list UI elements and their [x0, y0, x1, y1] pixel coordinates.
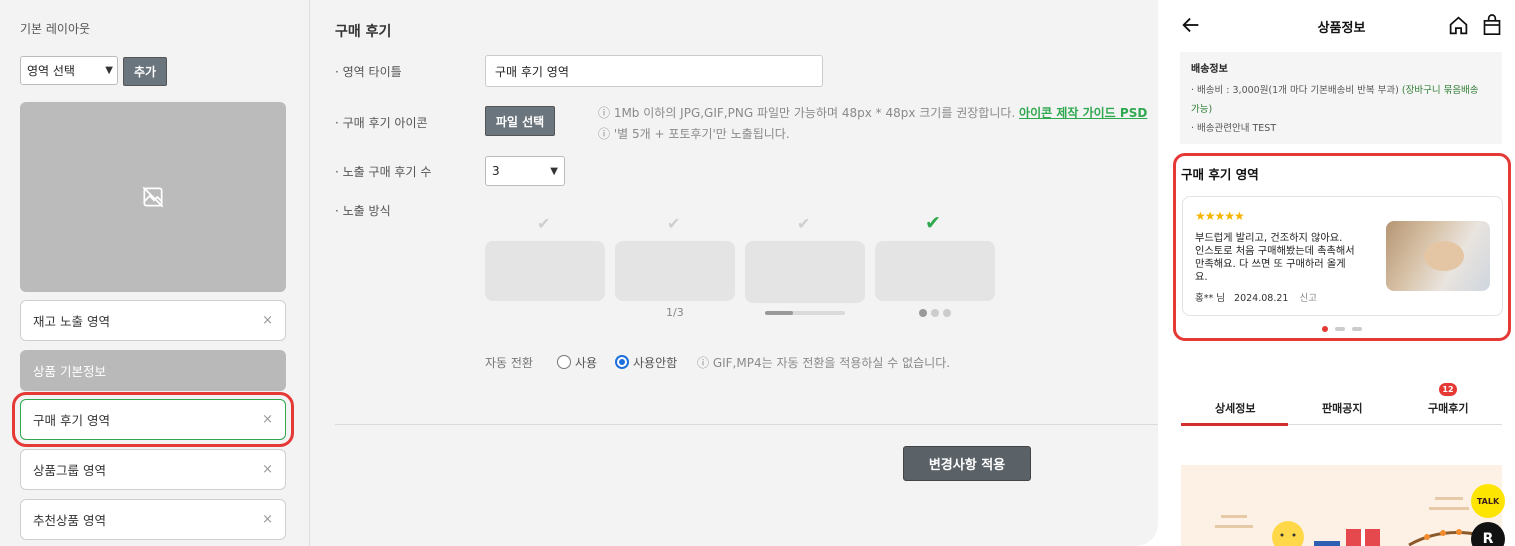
shipping-fee-text: · 배송비 : 3,000원(1개 마다 기본배송비 반복 부과)	[1191, 85, 1399, 96]
dot-indicator	[931, 309, 939, 317]
check-icon: ✔	[797, 214, 811, 233]
tab-active-indicator	[1181, 423, 1288, 426]
shipping-fee-note: (장바구니 묶음배송	[1401, 85, 1479, 96]
home-icon[interactable]	[1448, 15, 1469, 36]
preview-placeholder	[20, 102, 286, 292]
mode-option-single[interactable]	[485, 241, 605, 301]
title-input[interactable]: 구매 후기 영역	[485, 55, 823, 87]
shipping-info: 배송정보 · 배송비 : 3,000원(1개 마다 기본배송비 반복 부과) (…	[1180, 52, 1502, 144]
shipping-fee-note2: 가능)	[1191, 104, 1213, 115]
divider	[335, 424, 1158, 425]
review-count-badge: 12	[1439, 383, 1457, 396]
review-date: 2024.08.21	[1234, 293, 1289, 304]
tab-notice[interactable]: 판매공지	[1322, 400, 1362, 416]
check-icon: ✔	[537, 214, 551, 233]
check-selected-icon: ✔	[925, 212, 941, 234]
settings-panel: 기본 레이아웃 영역 선택 ▼ 추가 재고 노출 영역 × 상품 기본정보 구매…	[0, 0, 1158, 546]
stars-hint: ⓘ '별 5개 + 포토후기'만 노출됩니다.	[598, 127, 790, 141]
review-text: 부드럽게 발리고, 건조하지 않아요. 인스토로 처음 구매해봤는데 촉촉해서 …	[1195, 233, 1355, 283]
area-item-label: 재고 노출 영역	[33, 314, 110, 329]
count-value: 3	[492, 164, 500, 178]
close-icon[interactable]: ×	[262, 462, 273, 477]
review-card[interactable]: ★★★★★ 부드럽게 발리고, 건조하지 않아요. 인스토로 처음 구매해봤는데…	[1182, 196, 1503, 316]
progress-bar	[765, 311, 845, 315]
area-select[interactable]: 영역 선택 ▼	[20, 56, 118, 85]
review-meta: 홍** 님 2024.08.21 신고	[1195, 290, 1317, 304]
mode-option-paged[interactable]	[615, 241, 735, 301]
form-title: 구매 후기	[335, 24, 392, 40]
area-item-label: 상품그룹 영역	[33, 463, 106, 478]
review-author: 홍** 님	[1195, 293, 1225, 304]
mode-label: · 노출 방식	[335, 204, 391, 218]
file-select-button[interactable]: 파일 선택	[485, 106, 555, 136]
dot-indicator	[943, 309, 951, 317]
report-link[interactable]: 신고	[1299, 293, 1316, 304]
auto-hint: ⓘ GIF,MP4는 자동 전환을 적용하실 수 없습니다.	[697, 356, 951, 370]
page-dot	[1352, 327, 1362, 331]
shipping-guide: · 배송관련안내 TEST	[1191, 123, 1277, 134]
banner-illustration	[1215, 497, 1482, 546]
area-item-label: 상품 기본정보	[33, 364, 106, 379]
page-caption: 1/3	[666, 306, 684, 319]
layout-column: 기본 레이아웃 영역 선택 ▼ 추가 재고 노출 영역 × 상품 기본정보 구매…	[0, 0, 310, 546]
chevron-down-icon: ▼	[105, 65, 113, 76]
close-icon[interactable]: ×	[262, 512, 273, 527]
radio-nouse[interactable]	[615, 355, 629, 369]
review-section-title: 구매 후기 영역	[1181, 167, 1259, 182]
tab-detail[interactable]: 상세정보	[1215, 400, 1255, 416]
count-select[interactable]: 3 ▼	[485, 156, 565, 186]
review-photo	[1386, 221, 1490, 291]
title-label: · 영역 타이틀	[335, 65, 402, 79]
area-item-basic-info[interactable]: 상품 기본정보	[20, 350, 286, 391]
size-hint: ⓘ 1Mb 이하의 JPG,GIF,PNG 파일만 가능하며 48px * 48…	[598, 104, 1147, 121]
area-item-stock[interactable]: 재고 노출 영역 ×	[20, 300, 286, 341]
highlight-ring	[12, 392, 294, 447]
add-button[interactable]: 추가	[123, 57, 167, 86]
mode-option-dots[interactable]	[875, 241, 995, 301]
progress-fill	[765, 311, 793, 315]
shopping-bag-icon[interactable]	[1482, 14, 1502, 36]
mobile-preview: 상품정보 배송정보 · 배송비 : 3,000원(1개 마다 기본배송비 반복 …	[1158, 0, 1515, 546]
area-select-value: 영역 선택	[27, 64, 75, 78]
icon-label: · 구매 후기 아이콘	[335, 116, 428, 130]
shipping-fee: · 배송비 : 3,000원(1개 마다 기본배송비 반복 부과) (장바구니 …	[1191, 81, 1491, 119]
section-label: 기본 레이아웃	[20, 22, 91, 36]
area-item-recommend[interactable]: 추천상품 영역 ×	[20, 499, 286, 540]
count-label: · 노출 구매 후기 수	[335, 165, 432, 179]
page-dot	[1335, 327, 1345, 331]
size-hint-text: ⓘ 1Mb 이하의 JPG,GIF,PNG 파일만 가능하며 48px * 48…	[598, 106, 1016, 120]
shipping-title: 배송정보	[1191, 64, 1228, 75]
area-item-product-group[interactable]: 상품그룹 영역 ×	[20, 449, 286, 490]
radio-use[interactable]	[557, 355, 571, 369]
auto-switch-label: 자동 전환	[485, 356, 533, 370]
area-item-label: 추천상품 영역	[33, 513, 106, 528]
guide-link[interactable]: 아이콘 제작 가이드 PSD	[1019, 106, 1147, 120]
no-image-icon	[142, 186, 164, 208]
radio-nouse-label: 사용안함	[633, 356, 678, 370]
mode-option-progress[interactable]	[745, 241, 865, 303]
radio-use-label: 사용	[575, 356, 598, 370]
page-dot-active	[1322, 326, 1328, 332]
close-icon[interactable]: ×	[262, 313, 273, 328]
chevron-down-icon: ▼	[550, 165, 558, 177]
kakao-talk-button[interactable]: TALK	[1471, 484, 1505, 518]
hand-shape	[1424, 241, 1464, 271]
tab-reviews[interactable]: 구매후기	[1428, 400, 1468, 416]
dot-indicator	[919, 309, 927, 317]
apply-changes-button[interactable]: 변경사항 적용	[903, 446, 1031, 481]
check-icon: ✔	[667, 214, 681, 233]
promo-banner	[1181, 465, 1502, 546]
star-rating: ★★★★★	[1195, 209, 1245, 223]
